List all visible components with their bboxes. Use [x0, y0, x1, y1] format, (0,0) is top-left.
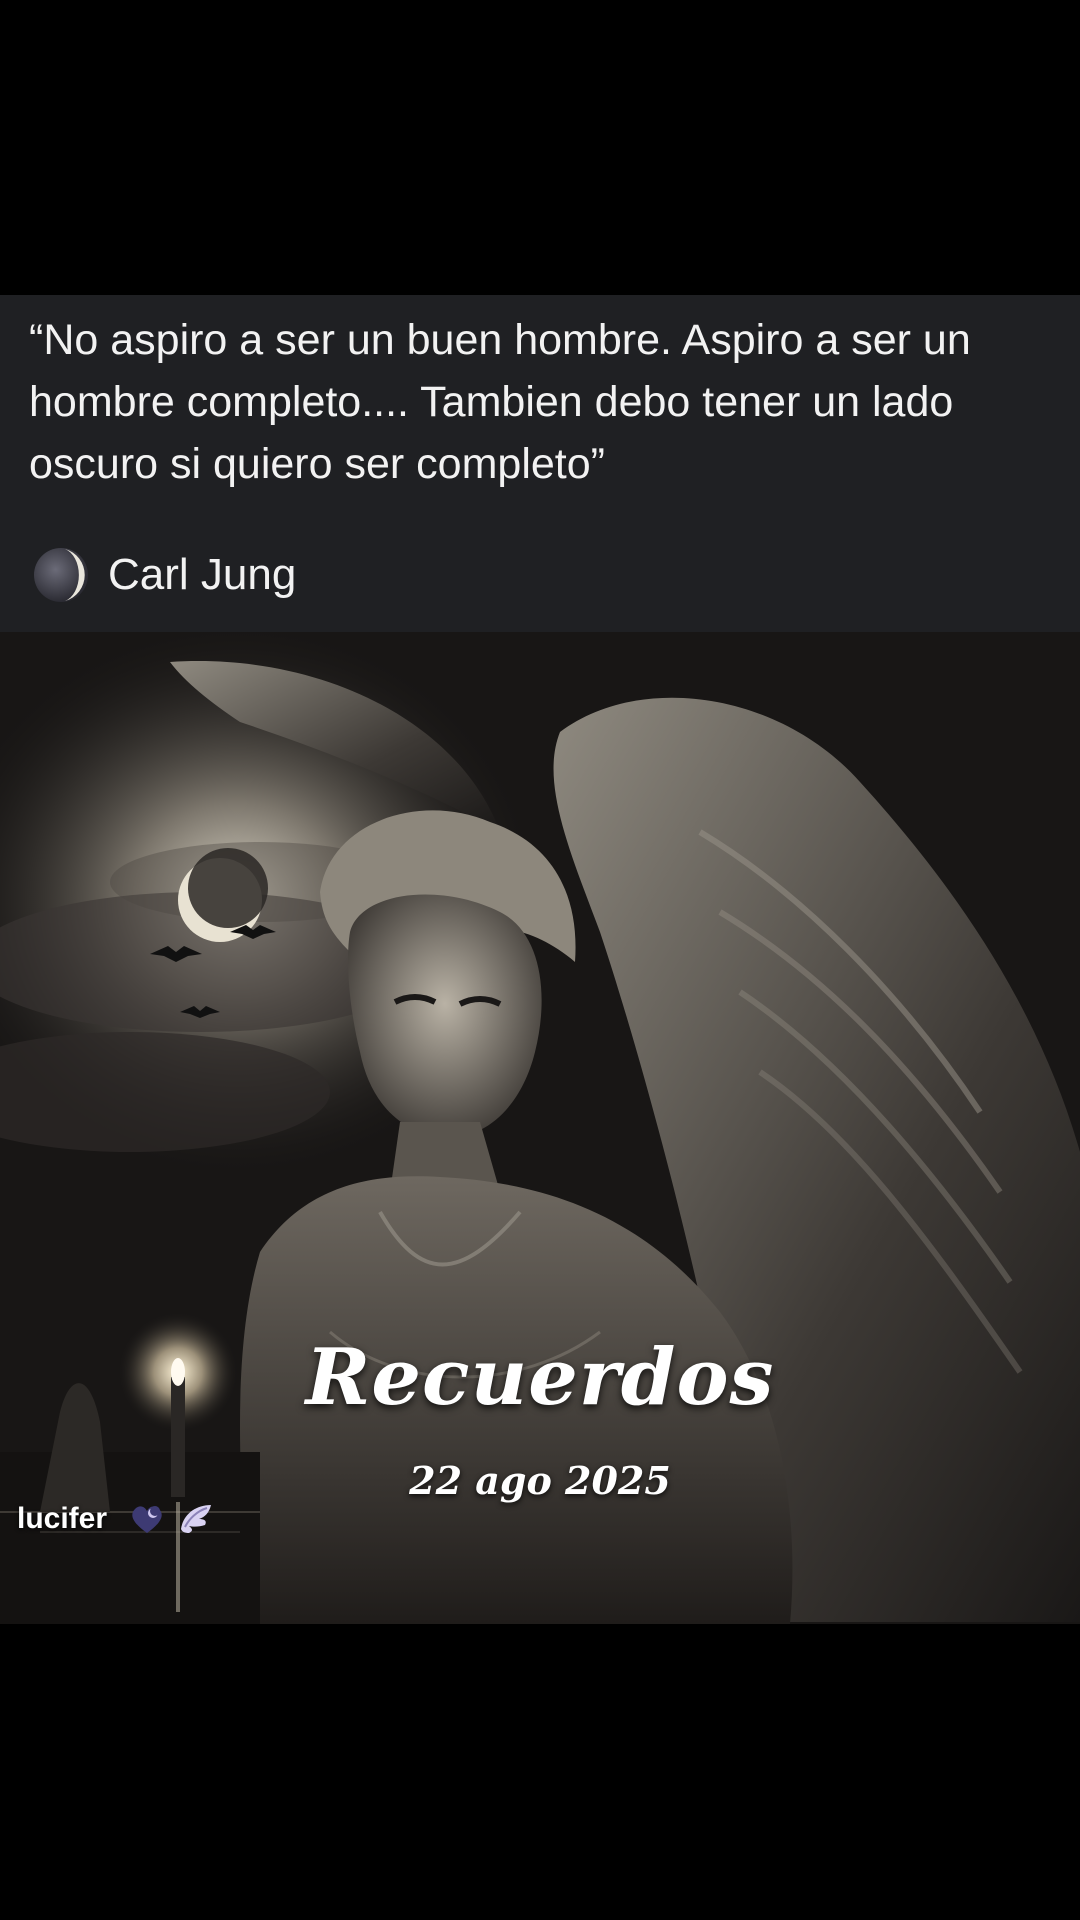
heart-moon-icon — [132, 1506, 162, 1533]
quote-card: “No aspiro a ser un buen hombre. Aspiro … — [0, 295, 1080, 632]
author-name: Carl Jung — [108, 550, 297, 599]
quote-text: “No aspiro a ser un buen hombre. Aspiro … — [29, 316, 971, 488]
author-row: Carl Jung — [32, 545, 296, 605]
username: lucifer — [17, 1502, 108, 1535]
wing-icon — [181, 1505, 212, 1533]
username-row: lucifer — [17, 1499, 215, 1539]
memory-image: Recuerdos 22 ago 2025 lucifer — [0, 632, 1080, 1624]
memories-date: 22 ago 2025 — [409, 1458, 671, 1503]
memories-title: Recuerdos — [305, 1332, 775, 1423]
moon-icon — [34, 548, 88, 602]
